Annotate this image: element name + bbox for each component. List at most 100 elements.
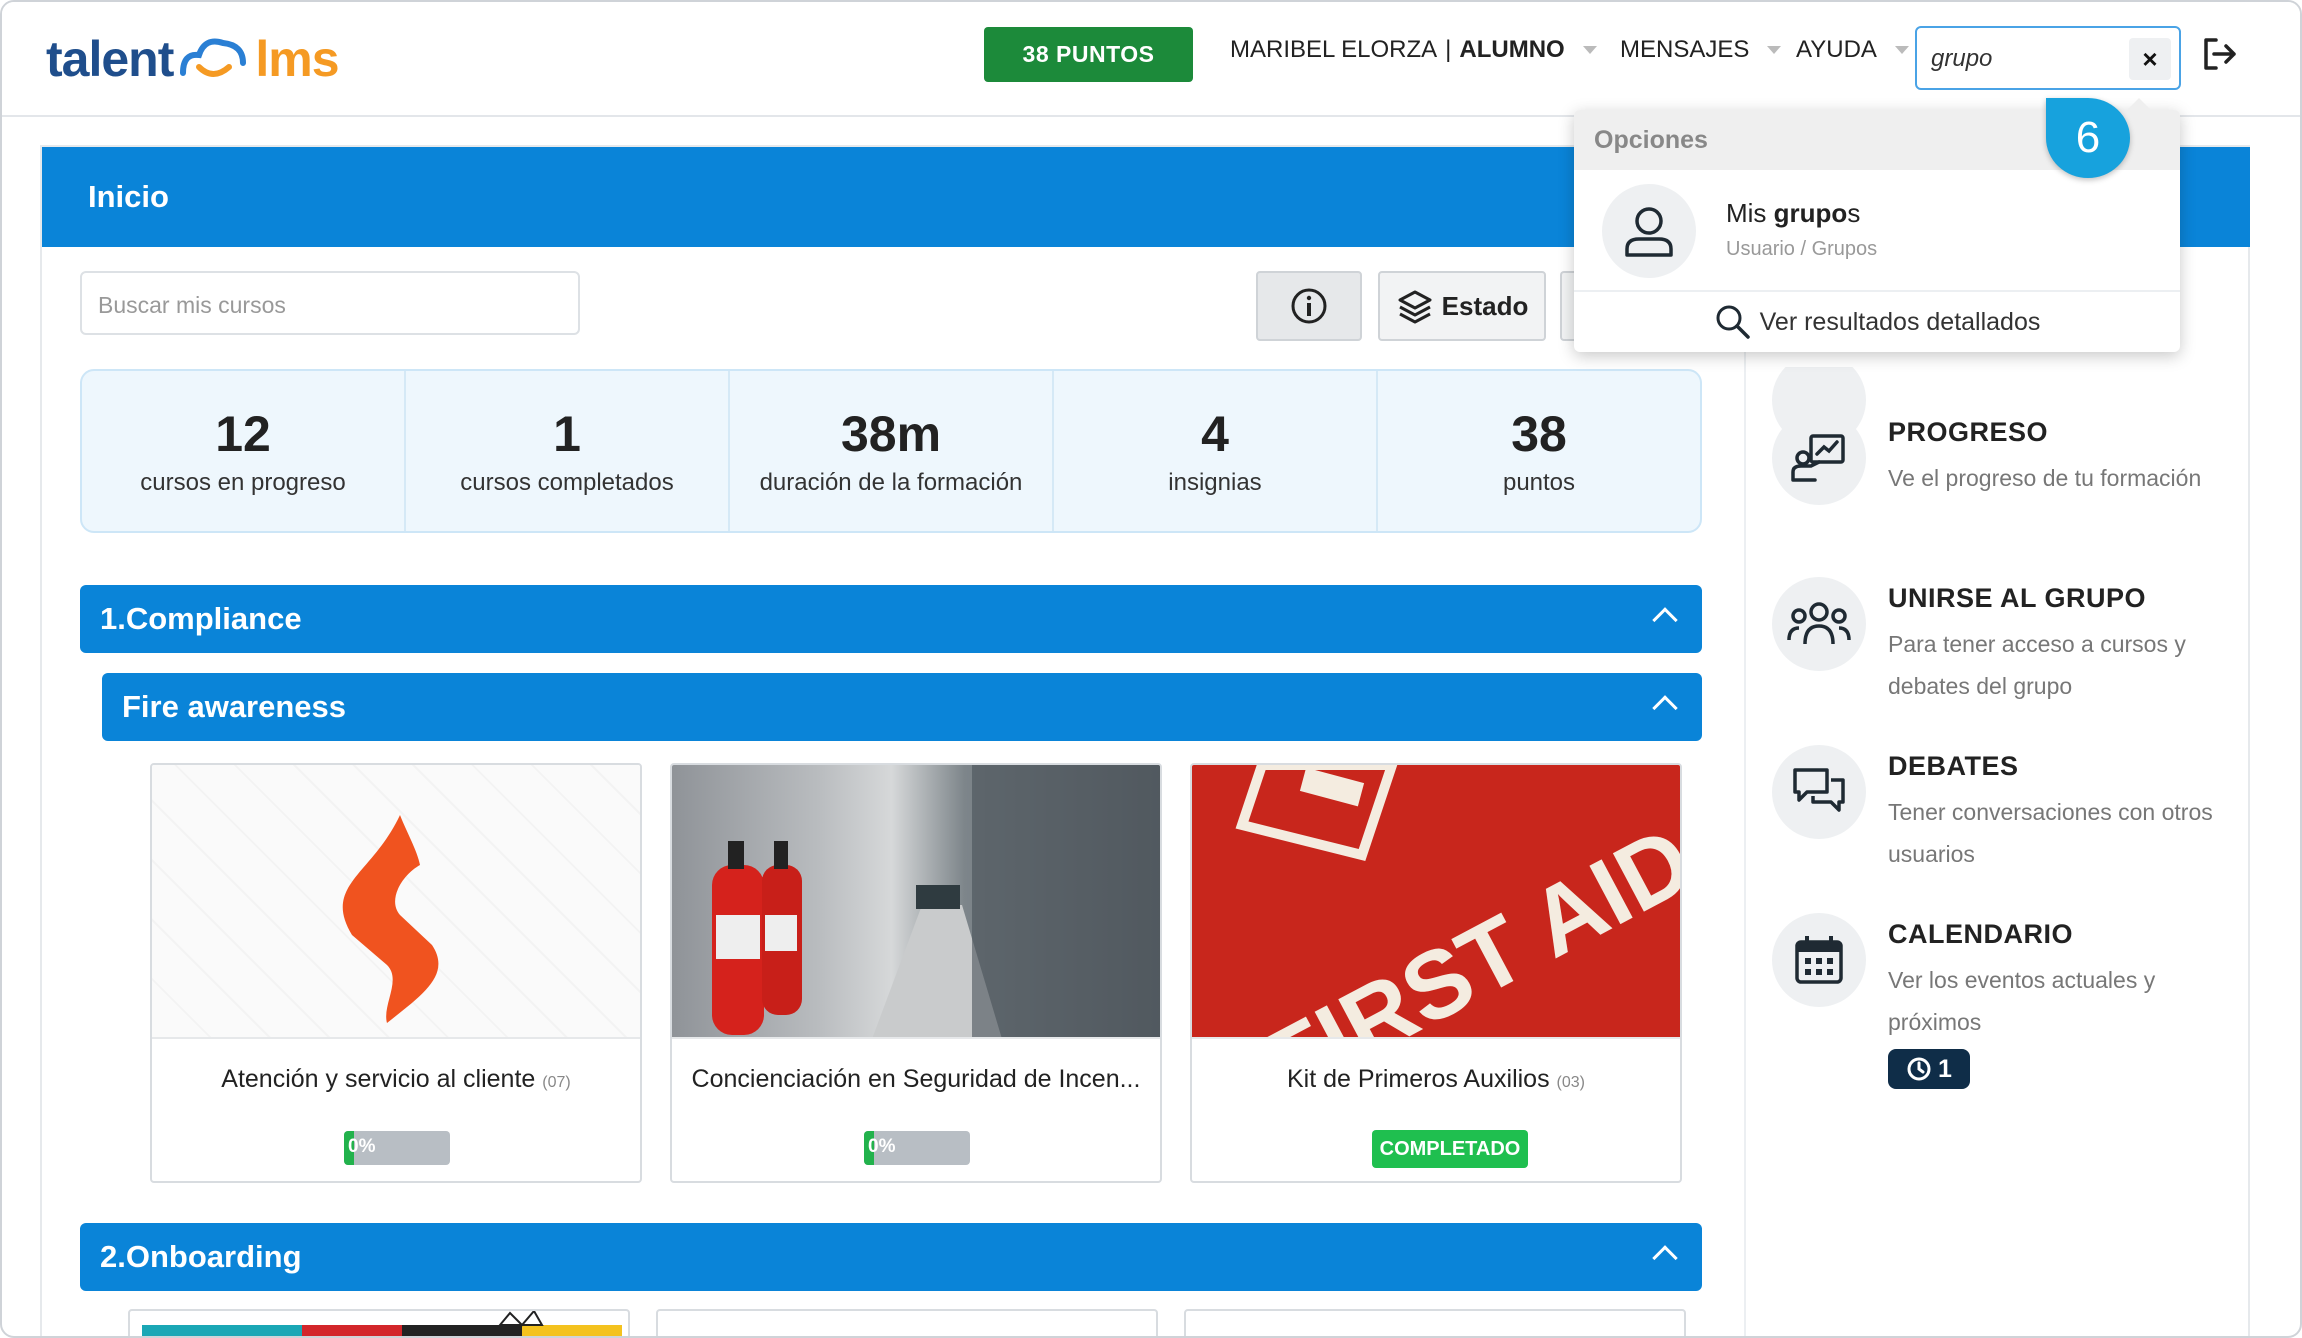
- cloud-logo-icon: [180, 38, 247, 77]
- search-icon: [1716, 305, 1750, 339]
- category-fire-awareness[interactable]: Fire awareness: [102, 673, 1702, 741]
- category-title: 2.Onboarding: [100, 1239, 302, 1274]
- first-aid-image: FIRST AID: [1235, 765, 1680, 1037]
- user-menu[interactable]: MARIBEL ELORZA | ALUMNO: [1230, 36, 1597, 64]
- course-title: Kit de Primeros Auxilios (03): [1192, 1065, 1680, 1094]
- category-title: 1.Compliance: [100, 601, 302, 636]
- chevron-down-icon: [1894, 46, 1909, 54]
- progress-label: 0%: [348, 1136, 376, 1157]
- stat-completed: 1 cursos completados: [406, 371, 730, 531]
- category-onboarding[interactable]: 2.Onboarding: [80, 1223, 1702, 1291]
- chevron-down-icon: [1582, 46, 1597, 54]
- clock-icon: [1907, 1057, 1931, 1081]
- search-result-my-groups[interactable]: Mis grupos Usuario / Grupos: [1574, 170, 2180, 292]
- progress-bar: 0%: [344, 1131, 450, 1165]
- brand-logo-image: [342, 815, 439, 1023]
- course-title: Concienciación en Seguridad de Incen...: [672, 1065, 1160, 1094]
- chevron-up-icon: [1652, 695, 1678, 721]
- step-number: 6: [2075, 113, 2101, 162]
- stat-points: 38 puntos: [1378, 371, 1700, 531]
- course-card-onboarding-2[interactable]: [656, 1309, 1158, 1336]
- fire-extinguisher-image: [712, 765, 1160, 1037]
- course-code: (03): [1556, 1074, 1585, 1091]
- course-card-onboarding-1[interactable]: [128, 1309, 630, 1336]
- course-search-input[interactable]: Buscar mis cursos: [80, 271, 580, 335]
- stat-value: 4: [1201, 406, 1229, 462]
- dropdown-caret: [2127, 98, 2151, 110]
- progress-label: 0%: [868, 1136, 896, 1157]
- stat-label: cursos en progreso: [140, 469, 346, 496]
- course-card-first-aid[interactable]: FIRST AID Kit de Primeros Auxilios (03) …: [1190, 763, 1682, 1183]
- sidebar-item-title: DEBATES: [1888, 751, 2019, 781]
- stat-duration: 38m duración de la formación: [730, 371, 1054, 531]
- talentlms-logo[interactable]: talent lms: [46, 24, 340, 94]
- group-icon: [1772, 577, 1866, 671]
- stat-value: 1: [553, 406, 581, 462]
- stat-in-progress: 12 cursos en progreso: [82, 371, 406, 531]
- points-button[interactable]: 38 PUNTOS: [984, 27, 1193, 82]
- user-separator: |: [1445, 36, 1452, 63]
- course-title-text: Kit de Primeros Auxilios: [1286, 1065, 1550, 1093]
- course-search-placeholder: Buscar mis cursos: [98, 292, 286, 318]
- stat-value: 38: [1511, 406, 1567, 462]
- status-filter-button[interactable]: Estado: [1378, 271, 1546, 341]
- messages-menu[interactable]: MENSAJES: [1620, 36, 1782, 64]
- stat-label: puntos: [1502, 469, 1576, 496]
- sidebar-item-desc: Ver los eventos actuales y próximos: [1888, 967, 2156, 1035]
- course-code: (07): [542, 1074, 571, 1091]
- layers-icon: [1398, 290, 1432, 324]
- user-role: ALUMNO: [1459, 36, 1565, 63]
- logout-button[interactable]: [2198, 32, 2242, 76]
- view-detailed-results-link[interactable]: Ver resultados detallados: [1574, 292, 2180, 352]
- sidebar-item-title: PROGRESO: [1888, 417, 2049, 447]
- user-icon: [1602, 184, 1696, 278]
- course-card-customer-service[interactable]: Atención y servicio al cliente (07) 0%: [150, 763, 642, 1183]
- sidebar-item-desc: Ve el progreso de tu formación: [1888, 465, 2202, 491]
- stat-value: 12: [215, 406, 271, 462]
- result-prefix: Mis: [1726, 198, 1774, 228]
- result-match: grupo: [1773, 198, 1848, 228]
- logo-text-right: lms: [255, 31, 339, 87]
- page-title: Inicio: [88, 179, 169, 214]
- clear-search-button[interactable]: ×: [2129, 38, 2171, 80]
- close-icon: ×: [2142, 43, 2158, 74]
- stat-label: cursos completados: [460, 469, 674, 496]
- sidebar-item-progress[interactable]: PROGRESO Ve el progreso de tu formación: [1772, 411, 2232, 521]
- course-thumbnail: FIRST AID: [1192, 765, 1680, 1039]
- chevron-up-icon: [1652, 607, 1678, 633]
- course-title-text: Atención y servicio al cliente: [221, 1065, 536, 1093]
- search-result-path: Usuario / Grupos: [1726, 238, 1878, 260]
- sidebar-item-calendar[interactable]: CALENDARIO Ver los eventos actuales y pr…: [1772, 913, 2232, 1113]
- category-compliance[interactable]: 1.Compliance: [80, 585, 1702, 653]
- stat-badges: 4 insignias: [1054, 371, 1378, 531]
- stats-bar: 12 cursos en progreso 1 cursos completad…: [80, 369, 1702, 533]
- help-label: AYUDA: [1796, 36, 1877, 63]
- sidebar-item-desc: Tener conversaciones con otros usuarios: [1888, 799, 2213, 867]
- chevron-down-icon: [1767, 46, 1782, 54]
- discussion-icon: [1772, 745, 1866, 839]
- progress-icon: [1772, 411, 1866, 505]
- course-thumbnail-partial: [142, 1311, 622, 1336]
- course-thumbnail: [672, 765, 1160, 1039]
- course-card-onboarding-3[interactable]: [1184, 1309, 1686, 1336]
- search-input-value: grupo: [1931, 45, 1993, 72]
- chevron-up-icon: [1652, 1245, 1678, 1271]
- info-icon: [1291, 288, 1327, 324]
- info-button[interactable]: [1256, 271, 1362, 341]
- status-filter-label: Estado: [1441, 290, 1529, 321]
- stat-value: 38m: [840, 406, 942, 462]
- calendar-events-count: 1: [1938, 1054, 1952, 1083]
- sidebar-divider: [1744, 247, 1746, 1336]
- course-card-fire-safety[interactable]: Concienciación en Seguridad de Incen... …: [670, 763, 1162, 1183]
- user-name: MARIBEL ELORZA: [1230, 36, 1438, 63]
- calendar-events-badge[interactable]: 1: [1888, 1049, 1970, 1089]
- messages-label: MENSAJES: [1620, 36, 1750, 63]
- sidebar-item-join-group[interactable]: UNIRSE AL GRUPO Para tener acceso a curs…: [1772, 577, 2232, 699]
- help-menu[interactable]: AYUDA: [1796, 36, 1909, 64]
- calendar-icon: [1772, 913, 1866, 1007]
- view-detailed-results-label: Ver resultados detallados: [1759, 307, 2041, 336]
- sidebar-item-discussions[interactable]: DEBATES Tener conversaciones con otros u…: [1772, 745, 2232, 867]
- global-search-input[interactable]: grupo ×: [1915, 26, 2181, 90]
- course-title: Atención y servicio al cliente (07): [152, 1065, 640, 1094]
- category-title: Fire awareness: [122, 689, 347, 724]
